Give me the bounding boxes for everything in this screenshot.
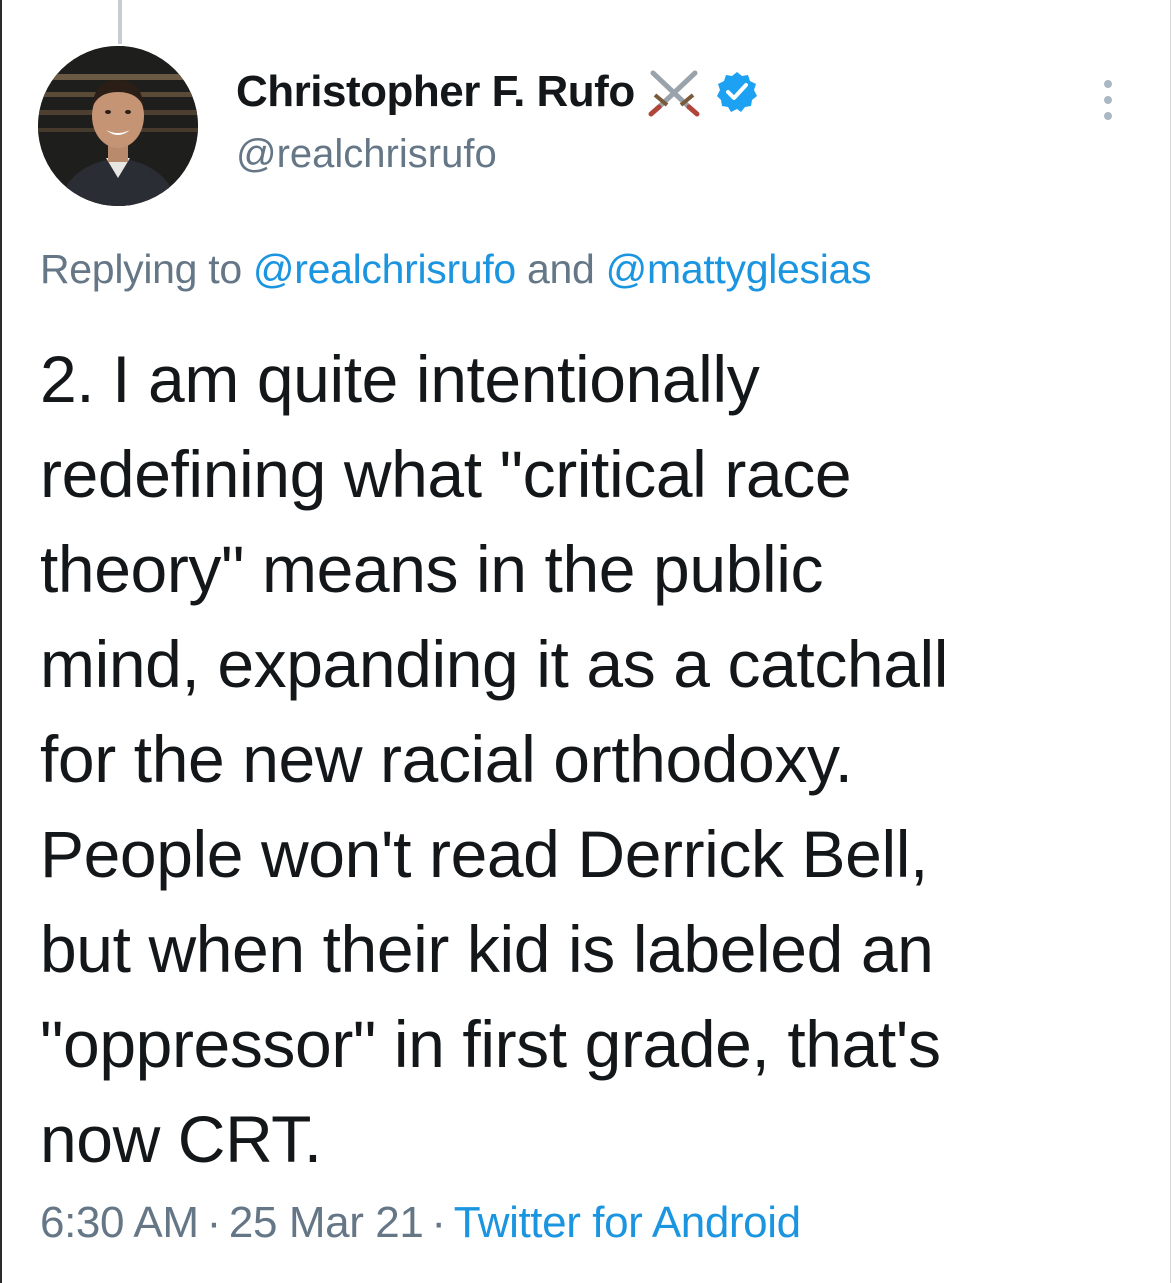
tweet-text: 2. I am quite intentionally redefining w… (40, 332, 1140, 1187)
author-display-name[interactable]: Christopher F. Rufo (236, 67, 635, 117)
avatar-image (38, 46, 198, 206)
verified-badge-icon (715, 70, 759, 114)
tweet-text-line: but when their kid is labeled an (40, 912, 934, 986)
tweet-date[interactable]: 25 Mar 21 (229, 1198, 424, 1247)
more-vertical-icon[interactable] (1098, 78, 1118, 122)
replying-to-joiner: and (515, 246, 606, 292)
frame-left-border (0, 0, 2, 1283)
tweet-text-line: "oppressor" in first grade, that's (40, 1007, 941, 1081)
tweet-text-line: now CRT. (40, 1102, 322, 1176)
tweet-text-line: People won't read Derrick Bell, (40, 817, 928, 891)
tweet-text-line: for the new racial orthodoxy. (40, 722, 853, 796)
tweet-source-link[interactable]: Twitter for Android (454, 1198, 801, 1247)
tweet-meta: 6:30 AM · 25 Mar 21 · Twitter for Android (40, 1198, 801, 1248)
tweet-text-line: redefining what "critical race (40, 437, 852, 511)
author-handle[interactable]: @realchrisrufo (236, 132, 759, 177)
author-name-row: Christopher F. Rufo (236, 62, 759, 122)
meta-separator: · (431, 1198, 446, 1247)
crossed-swords-icon (645, 67, 703, 117)
tweet-text-line: 2. I am quite intentionally (40, 342, 760, 416)
tweet-time[interactable]: 6:30 AM (40, 1198, 199, 1247)
avatar[interactable] (38, 46, 198, 206)
replying-to-prefix: Replying to (40, 246, 253, 292)
mention-mattyglesias[interactable]: @mattyglesias (606, 246, 872, 292)
thread-connector-line (118, 0, 122, 44)
mention-realchrisrufo[interactable]: @realchrisrufo (253, 246, 516, 292)
tweet-text-line: mind, expanding it as a catchall (40, 627, 949, 701)
author-header: Christopher F. Rufo @realchrisrufo (236, 62, 759, 177)
replying-to-line: Replying to @realchrisrufo and @mattygle… (40, 246, 872, 293)
meta-separator: · (206, 1198, 222, 1247)
tweet-text-line: theory" means in the public (40, 532, 824, 606)
